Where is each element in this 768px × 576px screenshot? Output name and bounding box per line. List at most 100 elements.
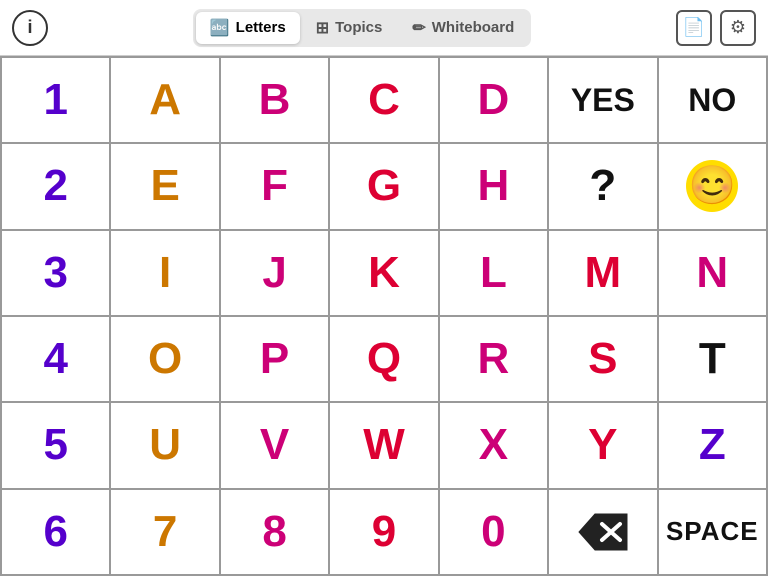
cell-text-r2-c3: K — [368, 248, 400, 298]
cell-text-r0-c5: YES — [571, 82, 635, 119]
cell-r5-c6[interactable]: SPACE — [659, 490, 768, 576]
header: i 🔤 Letters ⊞ Topics ✏ Whiteboard 📄 ⚙ — [0, 0, 768, 56]
cell-r2-c3[interactable]: K — [330, 231, 439, 317]
cell-text-r1-c0: 2 — [43, 161, 67, 211]
cell-text-r0-c4: D — [478, 75, 510, 125]
cell-text-r3-c5: S — [588, 334, 617, 384]
cell-text-r4-c0: 5 — [43, 420, 67, 470]
cell-r0-c0[interactable]: 1 — [2, 58, 111, 144]
cell-r4-c2[interactable]: V — [221, 403, 330, 489]
cell-text-r2-c4: L — [480, 248, 507, 298]
cell-r2-c6[interactable]: N — [659, 231, 768, 317]
info-button[interactable]: i — [12, 10, 48, 46]
cell-r3-c4[interactable]: R — [440, 317, 549, 403]
cell-r2-c5[interactable]: M — [549, 231, 658, 317]
cell-text-r4-c4: X — [479, 420, 508, 470]
cell-r0-c6[interactable]: NO — [659, 58, 768, 144]
cell-r3-c6[interactable]: T — [659, 317, 768, 403]
letters-icon: 🔤 — [210, 18, 230, 38]
cell-text-r4-c1: U — [149, 420, 181, 470]
cell-text-r5-c4: 0 — [481, 507, 505, 557]
cell-r4-c4[interactable]: X — [440, 403, 549, 489]
cell-r1-c1[interactable]: E — [111, 144, 220, 230]
cell-text-r4-c6: Z — [699, 420, 726, 470]
cell-r1-c0[interactable]: 2 — [2, 144, 111, 230]
cell-text-r5-c1: 7 — [153, 507, 177, 557]
cell-r5-c5[interactable] — [549, 490, 658, 576]
cell-text-r0-c6: NO — [688, 82, 736, 119]
cell-text-r2-c6: N — [696, 248, 728, 298]
cell-r1-c2[interactable]: F — [221, 144, 330, 230]
cell-r1-c5[interactable]: ? — [549, 144, 658, 230]
cell-r4-c0[interactable]: 5 — [2, 403, 111, 489]
cell-r5-c3[interactable]: 9 — [330, 490, 439, 576]
cell-text-r2-c0: 3 — [43, 248, 67, 298]
cell-text-r5-c3: 9 — [372, 507, 396, 557]
tab-topics[interactable]: ⊞ Topics — [302, 12, 397, 44]
header-right: 📄 ⚙ — [676, 10, 756, 46]
cell-text-r0-c0: 1 — [43, 75, 67, 125]
cell-text-r2-c1: I — [159, 248, 171, 298]
tab-letters[interactable]: 🔤 Letters — [196, 12, 300, 44]
cell-text-r3-c4: R — [478, 334, 510, 384]
cell-text-r0-c1: A — [149, 75, 181, 125]
nav-tabs: 🔤 Letters ⊞ Topics ✏ Whiteboard — [193, 9, 532, 47]
cell-text-r1-c3: G — [367, 161, 401, 211]
cell-text-r0-c3: C — [368, 75, 400, 125]
backspace-icon — [575, 510, 631, 554]
smiley-icon: 😊 — [686, 160, 738, 212]
header-left: i — [12, 10, 48, 46]
cell-text-r3-c3: Q — [367, 334, 401, 384]
cell-text-r1-c5: ? — [589, 161, 616, 211]
cell-text-r4-c2: V — [260, 420, 289, 470]
cell-text-r2-c5: M — [585, 248, 622, 298]
cell-text-r0-c2: B — [259, 75, 291, 125]
cell-r1-c3[interactable]: G — [330, 144, 439, 230]
cell-text-r3-c1: O — [148, 334, 182, 384]
cell-r5-c1[interactable]: 7 — [111, 490, 220, 576]
cell-text-r3-c6: T — [699, 334, 726, 384]
cell-r3-c3[interactable]: Q — [330, 317, 439, 403]
cell-r2-c1[interactable]: I — [111, 231, 220, 317]
topics-icon: ⊞ — [316, 18, 329, 38]
cell-text-r1-c1: E — [150, 161, 179, 211]
cell-text-r2-c2: J — [262, 248, 286, 298]
cell-r0-c5[interactable]: YES — [549, 58, 658, 144]
tab-whiteboard-label: Whiteboard — [432, 19, 515, 36]
cell-text-r5-c2: 8 — [262, 507, 286, 557]
cell-r4-c5[interactable]: Y — [549, 403, 658, 489]
letter-grid: 1 A B C D YES NO 2 EFG H? 😊 3 I J K L M N 4 O P Q R S T 5 U V W X Y Z 6 7… — [0, 56, 768, 576]
cell-r2-c0[interactable]: 3 — [2, 231, 111, 317]
cell-text-r4-c3: W — [363, 420, 405, 470]
tab-topics-label: Topics — [335, 19, 382, 36]
cell-text-r1-c4: H — [478, 161, 510, 211]
cell-text-r5-c0: 6 — [43, 507, 67, 557]
space-label: SPACE — [666, 516, 759, 547]
cell-r0-c3[interactable]: C — [330, 58, 439, 144]
cell-r4-c1[interactable]: U — [111, 403, 220, 489]
cell-text-r4-c5: Y — [588, 420, 617, 470]
export-button[interactable]: 📄 — [676, 10, 712, 46]
cell-r4-c3[interactable]: W — [330, 403, 439, 489]
cell-r5-c2[interactable]: 8 — [221, 490, 330, 576]
cell-text-r3-c0: 4 — [43, 334, 67, 384]
cell-r1-c6[interactable]: 😊 — [659, 144, 768, 230]
cell-r3-c1[interactable]: O — [111, 317, 220, 403]
tab-whiteboard[interactable]: ✏ Whiteboard — [398, 12, 528, 44]
cell-r2-c4[interactable]: L — [440, 231, 549, 317]
cell-r4-c6[interactable]: Z — [659, 403, 768, 489]
cell-r3-c0[interactable]: 4 — [2, 317, 111, 403]
cell-r0-c1[interactable]: A — [111, 58, 220, 144]
cell-r5-c0[interactable]: 6 — [2, 490, 111, 576]
cell-r1-c4[interactable]: H — [440, 144, 549, 230]
tab-letters-label: Letters — [236, 19, 286, 36]
cell-r0-c4[interactable]: D — [440, 58, 549, 144]
settings-button[interactable]: ⚙ — [720, 10, 756, 46]
cell-r0-c2[interactable]: B — [221, 58, 330, 144]
whiteboard-icon: ✏ — [412, 18, 425, 38]
cell-r2-c2[interactable]: J — [221, 231, 330, 317]
cell-r3-c5[interactable]: S — [549, 317, 658, 403]
cell-r5-c4[interactable]: 0 — [440, 490, 549, 576]
cell-r3-c2[interactable]: P — [221, 317, 330, 403]
cell-text-r3-c2: P — [260, 334, 289, 384]
